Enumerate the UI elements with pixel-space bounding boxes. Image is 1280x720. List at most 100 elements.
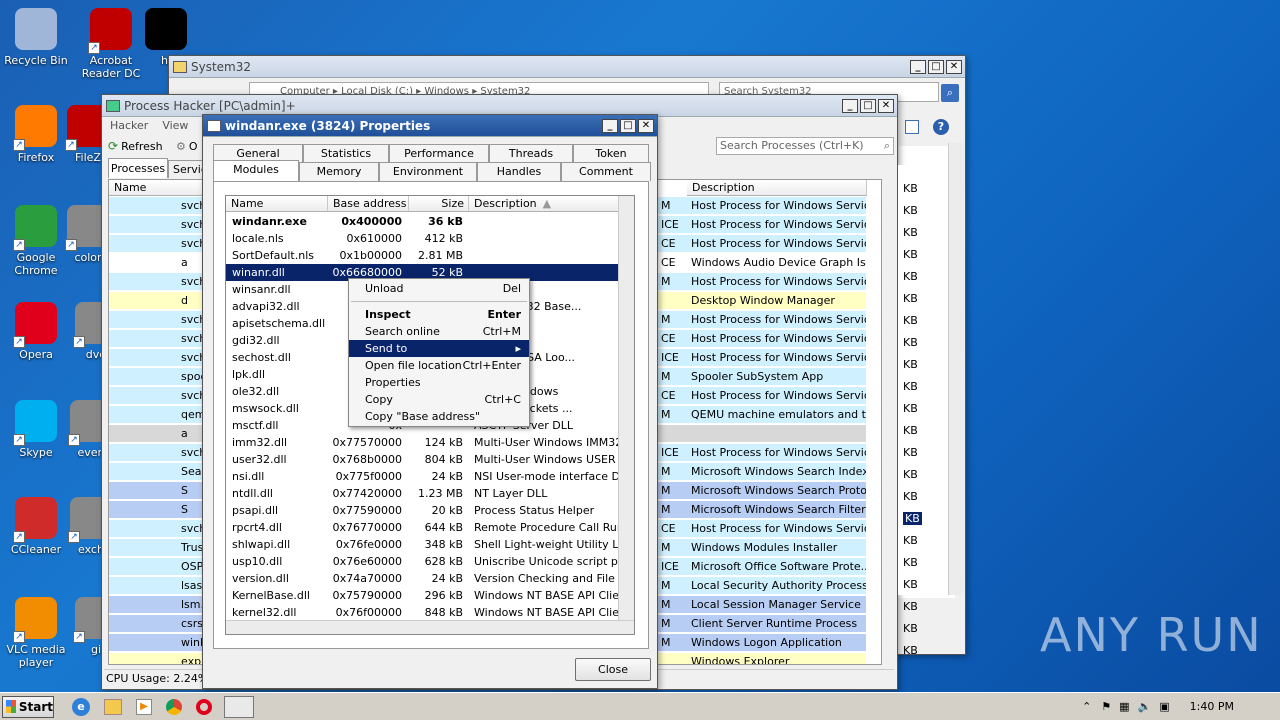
kb-cell: KB xyxy=(903,182,918,195)
help-icon[interactable]: ? xyxy=(933,119,949,135)
close-button[interactable]: ✕ xyxy=(878,98,894,113)
modules-scrollbar-h[interactable] xyxy=(226,620,634,634)
module-size: 20 kB xyxy=(431,504,463,517)
pane-toggle-icon[interactable] xyxy=(905,120,919,134)
module-name: KernelBase.dll xyxy=(232,589,310,602)
menu-item-copy-base-address[interactable]: Copy "Base address" xyxy=(349,408,529,425)
search-icon[interactable]: ⌕ xyxy=(941,84,959,102)
menu-item-unload[interactable]: Unload Del xyxy=(349,280,529,297)
maximize-button[interactable]: □ xyxy=(860,98,876,113)
options-button[interactable]: ⚙ O xyxy=(176,137,198,155)
menu-item-copy[interactable]: Copy Ctrl+C xyxy=(349,391,529,408)
tab-token[interactable]: Token xyxy=(573,144,649,163)
menu-item-inspect[interactable]: Inspect Enter xyxy=(349,306,529,323)
minimize-button[interactable]: _ xyxy=(602,118,618,133)
explorer-titlebar[interactable]: System32 _ □ ✕ xyxy=(169,56,965,78)
properties-titlebar[interactable]: windanr.exe (3824) Properties _ □ ✕ xyxy=(203,115,657,137)
menu-item-shortcut: Enter xyxy=(487,308,522,321)
column-name[interactable]: Name xyxy=(109,180,209,196)
process-hacker-title: Process Hacker [PC\admin]+ xyxy=(124,98,296,113)
module-name: SortDefault.nls xyxy=(232,249,314,262)
module-name: sechost.dll xyxy=(232,351,291,364)
module-row[interactable]: SortDefault.nls 0x1b00000 2.81 MB xyxy=(226,247,618,264)
menu-hacker[interactable]: Hacker xyxy=(110,119,148,135)
tab-comment[interactable]: Comment xyxy=(561,162,651,181)
properties-title: windanr.exe (3824) Properties xyxy=(225,118,431,133)
close-button[interactable]: ✕ xyxy=(638,118,654,133)
menu-item-search-online[interactable]: Search online Ctrl+M xyxy=(349,323,529,340)
column-size[interactable]: Size xyxy=(409,196,469,212)
window-icon xyxy=(207,119,221,132)
process-name: Trus xyxy=(181,541,204,554)
module-row[interactable]: version.dll 0x74a70000 24 kB Version Checki… xyxy=(226,570,618,587)
tab-performance[interactable]: Performance xyxy=(389,144,489,163)
process-search-input[interactable]: Search Processes (Ctrl+K) ⌕ xyxy=(716,137,894,155)
desktop-icon-0[interactable]: Recycle Bin xyxy=(0,8,72,67)
kb-cell: KB xyxy=(903,556,918,569)
col-name-label: Name xyxy=(231,197,264,210)
column-base-address[interactable]: Base address xyxy=(328,196,409,212)
minimize-button[interactable]: _ xyxy=(842,98,858,113)
tab-threads[interactable]: Threads xyxy=(489,144,573,163)
module-row[interactable]: locale.nls 0x610000 412 kB xyxy=(226,230,618,247)
explorer-icon[interactable] xyxy=(104,698,122,715)
process-name: OSP xyxy=(181,560,204,573)
tab-environment[interactable]: Environment xyxy=(379,162,477,181)
menu-item-open-file-location[interactable]: Open file location Ctrl+Enter xyxy=(349,357,529,374)
flag-icon[interactable]: ⚑ xyxy=(1101,700,1111,713)
module-row[interactable]: windanr.exe 0x400000 36 kB xyxy=(226,213,618,230)
column-description[interactable]: Description ▲ xyxy=(469,196,619,212)
tab-processes[interactable]: Processes xyxy=(108,158,168,178)
module-base: 0x76e60000 xyxy=(332,555,402,568)
tab-handles[interactable]: Handles xyxy=(477,162,561,181)
tray-app-icon[interactable]: ▣ xyxy=(1159,700,1169,713)
module-base: 0x76770000 xyxy=(332,521,403,534)
context-menu[interactable]: Unload Del Inspect Enter Search online Ctrl+M… xyxy=(348,278,530,427)
explorer-scrollbar[interactable] xyxy=(948,143,964,595)
column-module-name[interactable]: Name xyxy=(226,196,328,212)
vlc-icon: ↗ xyxy=(13,597,57,643)
start-button[interactable]: Start xyxy=(2,695,54,718)
module-size: 412 kB xyxy=(424,232,463,245)
tab-memory[interactable]: Memory xyxy=(299,162,379,181)
column-description[interactable]: Description xyxy=(687,180,867,196)
menu-item-send-to[interactable]: Send to ▸ xyxy=(349,340,529,357)
volume-icon[interactable]: 🔈 xyxy=(1138,700,1152,713)
media-player-icon[interactable]: ▶ xyxy=(136,698,152,715)
module-desc: NSI User-mode interface DLL xyxy=(474,470,618,483)
tab-statistics[interactable]: Statistics xyxy=(303,144,389,163)
module-row[interactable]: user32.dll 0x768b0000 804 kB Multi-User Win… xyxy=(226,451,618,468)
module-row[interactable]: imm32.dll 0x77570000 124 kB Multi-User Wind… xyxy=(226,434,618,451)
module-row[interactable]: nsi.dll 0x775f0000 24 kB NSI User-mode inte… xyxy=(226,468,618,485)
shortcut-arrow-icon: ↗ xyxy=(13,139,25,151)
module-row[interactable]: ntdll.dll 0x77420000 1.23 MB NT Layer DLL xyxy=(226,485,618,502)
module-name: mswsock.dll xyxy=(232,402,299,415)
menu-view[interactable]: View xyxy=(162,119,188,135)
refresh-button[interactable]: ⟳ Refresh xyxy=(108,137,163,155)
network-icon[interactable]: ▦ xyxy=(1119,700,1129,713)
chrome-icon[interactable] xyxy=(166,698,182,715)
tab-modules[interactable]: Modules xyxy=(213,160,299,181)
clock[interactable]: 1:40 PM xyxy=(1190,700,1234,713)
module-row[interactable]: usp10.dll 0x76e60000 628 kB Uniscribe Unico… xyxy=(226,553,618,570)
maximize-button[interactable]: □ xyxy=(928,59,944,74)
close-button[interactable]: ✕ xyxy=(946,59,962,74)
opera-icon[interactable] xyxy=(196,698,212,715)
menu-item-properties[interactable]: Properties xyxy=(349,374,529,391)
minimize-button[interactable]: _ xyxy=(910,59,926,74)
process-user-fragment: M xyxy=(661,465,671,478)
module-desc: Multi-User Windows IMM32 ... xyxy=(474,436,618,449)
process-hacker-task-icon[interactable] xyxy=(224,695,254,718)
process-user-fragment: ICE xyxy=(661,446,679,459)
modules-scrollbar-v[interactable] xyxy=(618,196,634,620)
close-button[interactable]: Close xyxy=(575,658,651,681)
show-hidden-icons[interactable]: ⌃ xyxy=(1082,700,1091,713)
ie-icon[interactable]: e xyxy=(72,697,90,716)
process-name: d xyxy=(181,294,188,307)
maximize-button[interactable]: □ xyxy=(620,118,636,133)
module-row[interactable]: kernel32.dll 0x76f00000 848 kB Windows NT B… xyxy=(226,604,618,621)
module-row[interactable]: psapi.dll 0x77590000 20 kB Process Status H… xyxy=(226,502,618,519)
module-row[interactable]: KernelBase.dll 0x75790000 296 kB Windows NT… xyxy=(226,587,618,604)
module-row[interactable]: shlwapi.dll 0x76fe0000 348 kB Shell Light-w… xyxy=(226,536,618,553)
module-row[interactable]: rpcrt4.dll 0x76770000 644 kB Remote Procedu… xyxy=(226,519,618,536)
